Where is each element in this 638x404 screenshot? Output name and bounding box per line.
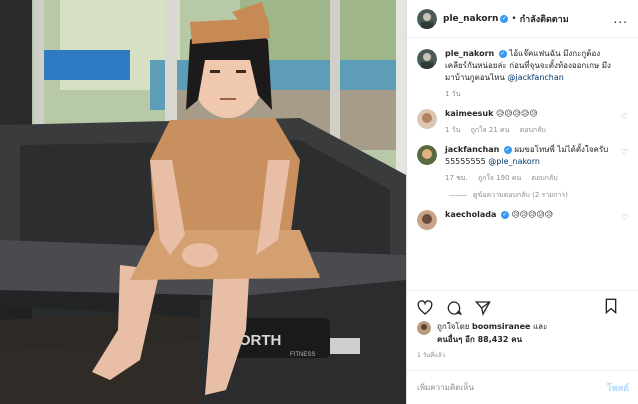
post-time: 1 วันที่แล้ว (417, 352, 446, 359)
comment-input[interactable]: เพิ่มความคิดเห็น (417, 381, 474, 394)
share-plane-icon[interactable] (475, 300, 491, 316)
comment-mention[interactable]: @ple_nakorn (488, 157, 540, 166)
heart-icon[interactable]: ♡ (621, 213, 628, 222)
view-replies-label: ดูข้อความตอบกลับ (2 รายการ) (473, 191, 568, 199)
comment-item: jackfanchan ✓ ผมขอโทษพี่ ไม่ได้ตั้งใจครั… (417, 144, 628, 184)
caption-username[interactable]: ple_nakorn (445, 49, 494, 58)
comment-bubble-icon[interactable] (446, 300, 463, 316)
caption-time: 1 วัน (445, 90, 461, 98)
comment-likes[interactable]: ถูกใจ 21 คน (471, 126, 510, 134)
bookmark-icon[interactable] (603, 298, 619, 315)
action-bar (407, 290, 638, 320)
following-button[interactable]: กำลังติดตาม (520, 12, 569, 26)
comment-item: kaimeesuk 😥😥😥😥😥 1 วัน ถูกใจ 21 คน ตอบกลั… (417, 108, 628, 136)
comment-time: 17 ชม. (445, 174, 468, 182)
heart-icon[interactable]: ♡ (621, 148, 628, 157)
add-comment-bar: เพิ่มความคิดเห็น โพสต์ (407, 370, 638, 404)
comment-text: 😥😥😥😥😥 (495, 109, 538, 118)
liker-avatar[interactable] (417, 321, 431, 335)
reply-button[interactable]: ตอบกลับ (531, 174, 557, 182)
caption-avatar[interactable] (417, 49, 437, 69)
caption: ple_nakorn ✓ ไอ้แจ๊คแฟนฉัน มึงกะกูต้องเค… (417, 48, 628, 100)
likes-summary: ถูกใจโดย boomsiranee และ คนอื่นๆ อีก 88,… (417, 320, 628, 346)
comment-avatar[interactable] (417, 109, 437, 129)
comment-avatar[interactable] (417, 145, 437, 165)
comments-list: ple_nakorn ✓ ไอ้แจ๊คแฟนฉัน มึงกะกูต้องเค… (407, 38, 638, 280)
comment-likes[interactable]: ถูกใจ 190 คน (478, 174, 521, 182)
post-header: ple_nakorn ✓ • กำลังติดตาม ... (407, 0, 638, 38)
owner-username[interactable]: ple_nakorn (443, 14, 498, 24)
verified-icon: ✓ (500, 210, 509, 219)
comment-text: 😥😥😥😥😥 (511, 210, 554, 219)
instagram-post-view: NORTH FITNESS ple_nakorn ✓ • กำลังติดตาม… (0, 0, 638, 404)
caption-mention[interactable]: @jackfanchan (507, 73, 563, 82)
likes-and: และ (533, 322, 548, 331)
comment-username[interactable]: jackfanchan (445, 145, 499, 154)
separator-dot: • (511, 13, 517, 24)
more-options-icon[interactable]: ... (614, 12, 628, 26)
verified-icon: ✓ (498, 49, 507, 58)
treadmill-sub: FITNESS (290, 352, 315, 358)
verified-icon: ✓ (503, 145, 512, 154)
comment-username[interactable]: kaimeesuk (445, 109, 493, 118)
comment-username[interactable]: kaecholada (445, 210, 496, 219)
likes-prefix: ถูกใจโดย (437, 322, 470, 331)
reply-button[interactable]: ตอบกลับ (520, 126, 546, 134)
view-replies-button[interactable]: ดูข้อความตอบกลับ (2 รายการ) (449, 190, 628, 201)
post-photo: NORTH FITNESS (0, 0, 406, 404)
divider-line (449, 194, 467, 196)
like-heart-icon[interactable] (417, 299, 433, 316)
liker-username[interactable]: boomsiranee (472, 322, 530, 331)
post-comment-button[interactable]: โพสต์ (607, 381, 629, 395)
likes-others[interactable]: คนอื่นๆ อีก 88,432 คน (437, 335, 522, 344)
heart-icon[interactable]: ♡ (621, 112, 628, 121)
comment-item: kaecholada ✓ 😥😥😥😥😥 ♡ (417, 209, 628, 230)
owner-avatar[interactable] (417, 8, 437, 29)
post-side-panel: ple_nakorn ✓ • กำลังติดตาม ... ple_nakor… (406, 0, 638, 404)
comment-time: 1 วัน (445, 126, 461, 134)
verified-icon: ✓ (500, 14, 509, 23)
comment-avatar[interactable] (417, 210, 437, 230)
